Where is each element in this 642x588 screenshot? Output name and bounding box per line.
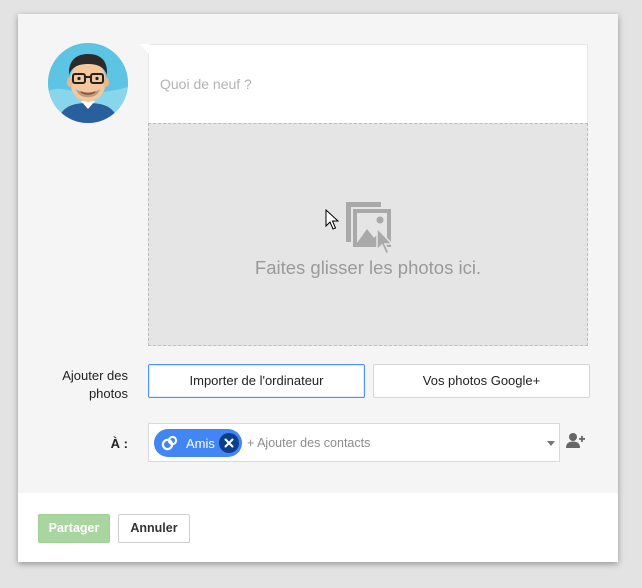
status-input[interactable] xyxy=(149,45,587,123)
circles-icon xyxy=(161,435,179,454)
compose-box: Faites glisser les photos ici. xyxy=(140,44,588,346)
share-button[interactable]: Partager xyxy=(38,514,110,543)
import-from-computer-button[interactable]: Importer de l'ordinateur xyxy=(148,364,365,398)
add-contacts-input[interactable] xyxy=(247,433,527,453)
photo-stack-icon xyxy=(343,198,395,261)
remove-chip-icon[interactable] xyxy=(219,433,239,453)
add-person-icon[interactable] xyxy=(566,432,585,454)
recipient-chip-amis[interactable]: Amis xyxy=(154,429,242,457)
user-avatar xyxy=(48,43,128,123)
mouse-cursor-icon xyxy=(325,208,340,236)
photo-drop-zone[interactable]: Faites glisser les photos ici. xyxy=(148,123,588,346)
recipients-label: À : xyxy=(110,436,128,451)
recipient-chip-label: Amis xyxy=(186,436,215,451)
share-dialog: Faites glisser les photos ici. Ajouter d… xyxy=(18,14,618,562)
add-photos-label: Ajouter des photos xyxy=(62,368,128,401)
recipients-field[interactable]: Amis xyxy=(148,423,560,462)
cancel-button[interactable]: Annuler xyxy=(118,514,190,543)
chevron-down-icon[interactable] xyxy=(547,441,555,446)
dialog-footer: Partager Annuler xyxy=(18,493,618,562)
google-plus-photos-button[interactable]: Vos photos Google+ xyxy=(373,364,590,398)
drop-zone-text: Faites glisser les photos ici. xyxy=(254,257,482,278)
